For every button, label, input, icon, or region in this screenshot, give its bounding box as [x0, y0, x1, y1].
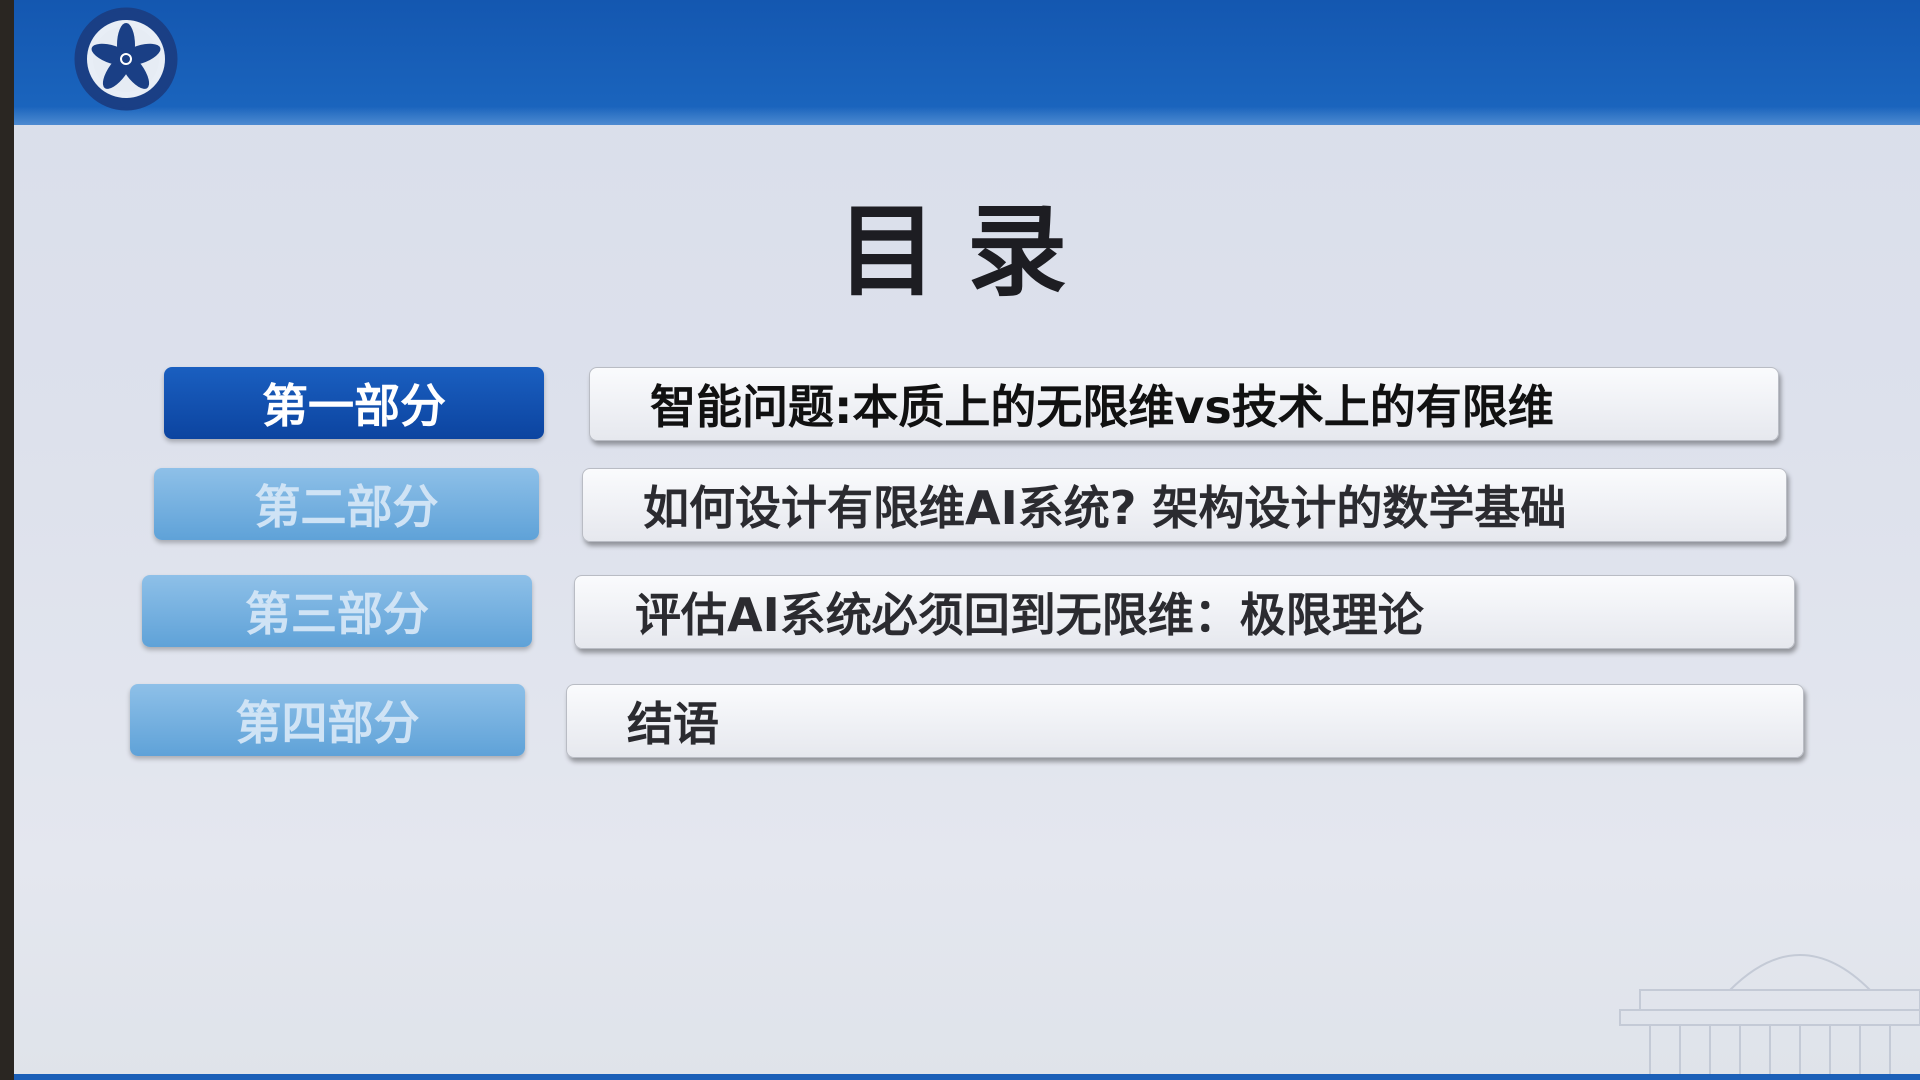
cas-logo-icon	[74, 7, 178, 111]
slide-header	[14, 0, 1920, 125]
section-title[interactable]: 智能问题:本质上的无限维vs技术上的有限维	[589, 367, 1779, 441]
building-watermark-icon	[1619, 954, 1920, 1080]
section-tag[interactable]: 第二部分	[154, 468, 539, 540]
section-tag[interactable]: 第三部分	[142, 575, 532, 647]
page-title: 目录	[837, 193, 1097, 310]
footer-bar	[14, 1074, 1920, 1080]
section-title[interactable]: 结语	[566, 684, 1804, 758]
slide: 目录 第一部分 智能问题:本质上的无限维vs技术上的有限维 第二部分 如何设计有…	[14, 0, 1920, 1080]
section-title[interactable]: 如何设计有限维AI系统? 架构设计的数学基础	[582, 468, 1787, 542]
section-title[interactable]: 评估AI系统必须回到无限维：极限理论	[574, 575, 1795, 649]
section-tag[interactable]: 第四部分	[130, 684, 525, 756]
section-tag[interactable]: 第一部分	[164, 367, 544, 439]
